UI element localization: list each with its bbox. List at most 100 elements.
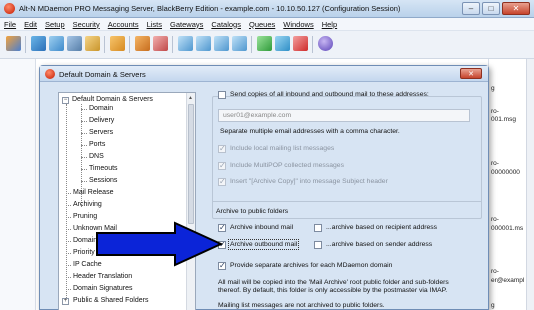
toolbar-filter-icon[interactable] <box>49 36 64 51</box>
toolbar-list-icon[interactable] <box>153 36 168 51</box>
toolbar-queue-icon[interactable] <box>196 36 211 51</box>
mdaemon-icon <box>4 3 15 14</box>
window-controls: – □ ✕ <box>462 2 530 15</box>
toolbar-separator <box>172 36 173 53</box>
tree-item-pruning[interactable]: Pruning <box>73 213 97 220</box>
menu-file[interactable]: File <box>4 20 16 29</box>
copy-addresses-input[interactable]: user01@example.com <box>218 109 470 122</box>
tree-collapse-icon[interactable]: − <box>62 97 69 104</box>
tree-connector <box>66 193 71 194</box>
tree-expand-icon[interactable]: + <box>62 298 69 305</box>
bg-list-text: g <box>491 85 495 92</box>
toolbar-green-status-icon[interactable] <box>257 36 272 51</box>
app-titlebar: Alt-N MDaemon PRO Messaging Server, Blac… <box>0 0 534 18</box>
tree-scrollbar[interactable]: ▲ <box>186 93 195 310</box>
toolbar-users-icon[interactable] <box>31 36 46 51</box>
archive-by-sender-label: ...archive based on sender address <box>326 241 433 248</box>
minimize-button[interactable]: – <box>462 2 480 15</box>
tree-connector <box>66 241 71 242</box>
insert-archive-copy-label: Insert "[Archive Copy]" into message Sub… <box>230 178 388 185</box>
tree-scroll-thumb[interactable] <box>188 104 194 224</box>
tree-item-ports[interactable]: Ports <box>89 141 105 148</box>
tree-connector <box>81 145 87 146</box>
tree-item-domain-signatures[interactable]: Domain Signatures <box>73 285 133 292</box>
tree-connector <box>81 121 87 122</box>
include-multipop-checkbox[interactable] <box>218 161 226 170</box>
toolbar-queue-icon[interactable] <box>178 36 193 51</box>
dialog-titlebar: Default Domain & Servers ✕ <box>40 66 488 82</box>
menu-windows[interactable]: Windows <box>283 20 313 29</box>
tree-item-default-domain-servers[interactable]: Default Domain & Servers <box>72 96 153 103</box>
toolbar-group-icon[interactable] <box>135 36 150 51</box>
menu-lists[interactable]: Lists <box>147 20 162 29</box>
close-button[interactable]: ✕ <box>502 2 530 15</box>
toolbar-queue-icon[interactable] <box>214 36 229 51</box>
tree-item-archiving[interactable]: Archiving <box>73 201 102 208</box>
tree-item-header-translation[interactable]: Header Translation <box>73 273 132 280</box>
archive-info-line-2: thereof. By default, this folder is only… <box>218 287 448 294</box>
tree-item-servers[interactable]: Servers <box>89 129 113 136</box>
toolbar-refresh-icon[interactable] <box>6 36 21 51</box>
dialog-icon <box>45 69 55 79</box>
insert-archive-copy-checkbox[interactable] <box>218 177 226 186</box>
menu-catalogs[interactable]: Catalogs <box>211 20 241 29</box>
menu-accounts[interactable]: Accounts <box>108 20 139 29</box>
menu-gateways[interactable]: Gateways <box>170 20 203 29</box>
scroll-up-arrow-icon[interactable]: ▲ <box>188 95 193 101</box>
toolbar-separator <box>25 36 26 53</box>
toolbar-lock-icon[interactable] <box>85 36 100 51</box>
main-scrollbar[interactable] <box>526 59 534 310</box>
dialog-title: Default Domain & Servers <box>59 69 146 79</box>
tree-connector <box>66 289 71 290</box>
bg-list-text: ro- <box>491 268 499 275</box>
tree-connector <box>66 104 67 304</box>
separate-addresses-hint: Separate multiple email addresses with a… <box>220 128 400 135</box>
bg-list-text: g <box>491 302 495 309</box>
menu-edit[interactable]: Edit <box>24 20 37 29</box>
maximize-button[interactable]: □ <box>482 2 500 15</box>
tree-item-domain[interactable]: Domain <box>89 105 113 112</box>
archive-info-line-1: All mail will be copied into the 'Mail A… <box>218 279 449 286</box>
bg-list-text: er@exampl <box>491 277 525 284</box>
tree-connector <box>66 253 71 254</box>
menu-help[interactable]: Help <box>322 20 337 29</box>
toolbar-blue-status-icon[interactable] <box>275 36 290 51</box>
tree-item-public-shared-folders[interactable]: Public & Shared Folders <box>73 297 148 304</box>
tree-item-timeouts[interactable]: Timeouts <box>89 165 118 172</box>
archive-by-recipient-checkbox[interactable] <box>314 224 322 232</box>
archive-section-label: Archive to public folders <box>216 208 289 215</box>
app-title: Alt-N MDaemon PRO Messaging Server, Blac… <box>19 4 401 13</box>
toolbar-separator <box>104 36 105 53</box>
menu-security[interactable]: Security <box>73 20 100 29</box>
section-divider <box>212 201 482 202</box>
menu-setup[interactable]: Setup <box>45 20 65 29</box>
toolbar-help-icon[interactable] <box>318 36 333 51</box>
tree-connector <box>66 277 71 278</box>
toolbar-monitor-icon[interactable] <box>67 36 82 51</box>
mailing-list-info: Mailing list messages are not archived t… <box>218 302 385 309</box>
toolbar-red-status-icon[interactable] <box>293 36 308 51</box>
send-copies-label: Send copies of all inbound and outbound … <box>230 91 429 98</box>
bg-list-text: ro- <box>491 216 499 223</box>
archive-by-sender-checkbox[interactable] <box>314 241 322 249</box>
toolbar-queue-icon[interactable] <box>232 36 247 51</box>
menu-bar: File Edit Setup Security Accounts Lists … <box>0 18 534 31</box>
tree-item-dns[interactable]: DNS <box>89 153 104 160</box>
main-left-tree <box>0 59 36 310</box>
send-copies-checkbox[interactable] <box>218 91 226 99</box>
tree-item-sessions[interactable]: Sessions <box>89 177 117 184</box>
dialog-close-button[interactable]: ✕ <box>460 68 482 79</box>
include-mailing-list-label: Include local mailing list messages <box>230 145 335 152</box>
include-multipop-label: Include MultiPOP collected messages <box>230 162 344 169</box>
archive-outbound-label: Archive outbound mail <box>227 239 300 250</box>
include-mailing-list-checkbox[interactable] <box>218 144 226 153</box>
settings-tree: − Default Domain & Servers Domain Delive… <box>58 92 196 310</box>
tree-item-mail-release[interactable]: Mail Release <box>73 189 113 196</box>
tree-connector <box>66 205 71 206</box>
default-domain-servers-dialog: Default Domain & Servers ✕ − Default Dom… <box>39 65 489 310</box>
toolbar-account-icon[interactable] <box>110 36 125 51</box>
tree-item-delivery[interactable]: Delivery <box>89 117 114 124</box>
tree-connector <box>81 181 87 182</box>
menu-queues[interactable]: Queues <box>249 20 275 29</box>
bg-list-text: ro- <box>491 160 499 167</box>
